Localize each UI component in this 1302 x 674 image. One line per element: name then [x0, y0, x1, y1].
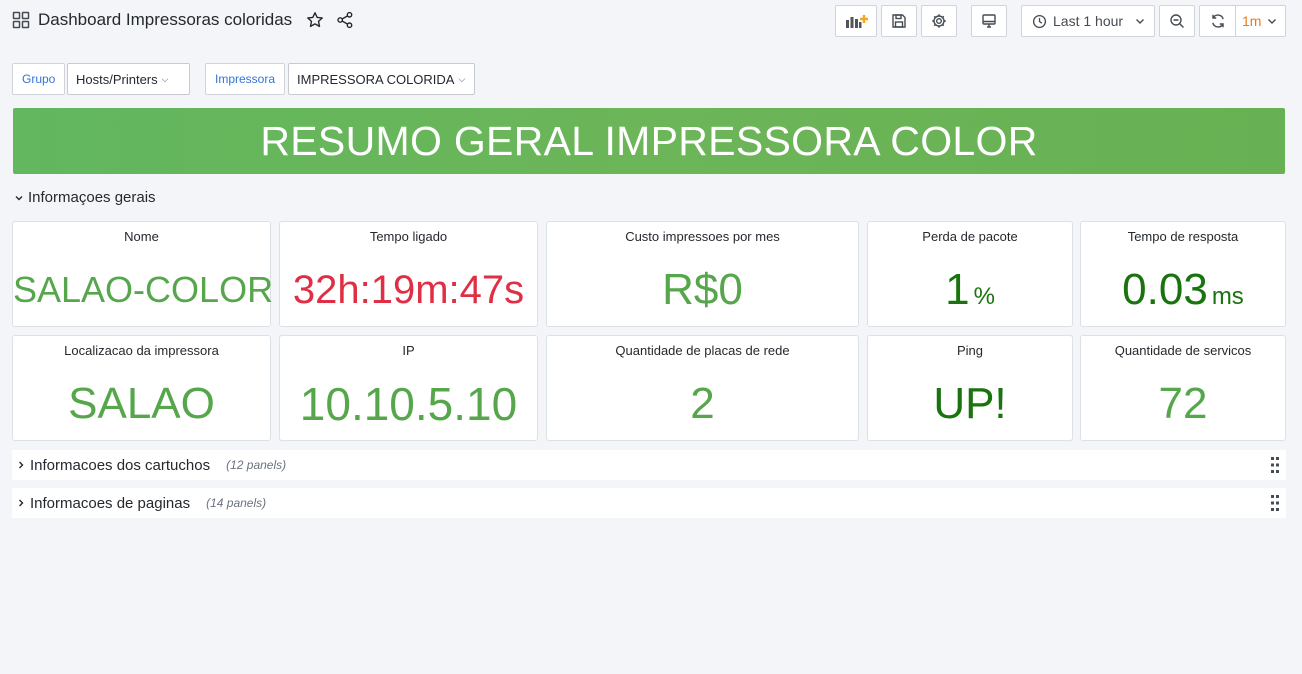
stat-panel-custo[interactable]: Custo impressoes por mes R$0 [546, 221, 859, 327]
stat-panel-nome[interactable]: Nome SALAO-COLOR [12, 221, 274, 327]
panel-value: 1% [868, 262, 1072, 325]
stat-value: 10.10.5.10 [299, 378, 518, 430]
panel-title: Perda de pacote [922, 229, 1018, 244]
refresh-button[interactable] [1199, 5, 1235, 37]
zoom-out-button[interactable] [1159, 5, 1195, 37]
panel-value: 32h:19m:47s [280, 262, 537, 318]
banner-text: RESUMO GERAL IMPRESSORA COLOR [260, 117, 1038, 164]
save-dashboard-button[interactable] [881, 5, 917, 37]
summary-banner: RESUMO GERAL IMPRESSORA COLOR [13, 108, 1285, 174]
stat-value: SALAO-COLOR [13, 269, 274, 310]
panel-count: (14 panels) [206, 496, 267, 510]
time-picker-button[interactable]: Last 1 hour [1021, 5, 1155, 37]
chevron-right-icon [19, 499, 24, 507]
panel-value: R$0 [547, 262, 858, 318]
panel-title: Localizacao da impressora [64, 343, 219, 358]
panel-title: Quantidade de placas de rede [615, 343, 790, 358]
panel-title: Quantidade de servicos [1114, 343, 1252, 358]
settings-button[interactable] [921, 5, 957, 37]
panel-title: Custo impressoes por mes [625, 229, 780, 244]
panel-title: Ping [956, 343, 984, 358]
caret-down-icon: ⌵ [161, 73, 169, 84]
stat-panel-perda-pacote[interactable]: Perda de pacote 1% [867, 221, 1073, 327]
row-title: Informacoes de paginas [30, 494, 191, 512]
refresh-icon [1211, 14, 1224, 28]
apps-grid-icon[interactable] [12, 11, 30, 29]
title-wrap: Dashboard Impressoras coloridas [12, 10, 354, 30]
time-range-label: Last 1 hour [1053, 13, 1124, 29]
stat-panel-placas-rede[interactable]: Quantidade de placas de rede 2 [546, 335, 859, 441]
add-panel-icon [846, 15, 868, 28]
stat-value: 1 [945, 265, 970, 314]
stat-value: 0.03 [1122, 265, 1208, 314]
stat-value: 2 [690, 379, 715, 428]
chevron-right-icon [19, 461, 24, 469]
stat-value: R$0 [662, 265, 743, 314]
stat-panel-tempo-resposta[interactable]: Tempo de resposta 0.03 ms [1080, 221, 1286, 327]
panel-value: UP! [868, 376, 1072, 432]
monitor-icon [982, 14, 996, 28]
stat-value: SALAO [68, 379, 215, 428]
share-icon[interactable] [336, 11, 354, 29]
variable-label-grupo: Grupo [12, 63, 66, 95]
panel-title: Nome [124, 229, 159, 244]
panel-value: SALAO [13, 376, 270, 432]
panel-value: 0.03 ms [1081, 262, 1285, 325]
refresh-interval-picker[interactable]: 1m [1235, 5, 1286, 37]
dashboard-navbar: Dashboard Impressoras coloridas Last 1 h… [0, 0, 1302, 44]
zoom-out-icon [1170, 14, 1184, 28]
stat-panel-localizacao[interactable]: Localizacao da impressora SALAO [12, 335, 271, 441]
chevron-down-icon [15, 195, 23, 200]
refresh-interval-label: 1m [1242, 13, 1262, 29]
drag-handle-icon[interactable] [1270, 494, 1280, 512]
gear-icon [932, 14, 946, 28]
panel-title: Tempo de resposta [1127, 229, 1239, 244]
chevron-down-icon [1268, 19, 1277, 24]
stat-value: 32h:19m:47s [292, 268, 525, 312]
row-cartuchos[interactable]: Informacoes dos cartuchos (12 panels) [12, 450, 1286, 480]
panel-count: (12 panels) [226, 458, 287, 472]
row-title: Informaçoes gerais [28, 189, 156, 206]
page-title[interactable]: Dashboard Impressoras coloridas [38, 10, 292, 30]
save-icon [892, 14, 906, 28]
caret-down-icon: ⌵ [458, 73, 466, 84]
clock-icon [1032, 14, 1047, 28]
panel-value: 2 [547, 376, 858, 432]
variable-value-grupo: Hosts/Printers [76, 71, 158, 87]
stat-panel-ip[interactable]: IP 10.10.5.10 [279, 335, 538, 441]
drag-handle-icon[interactable] [1270, 456, 1280, 474]
panel-value: 10.10.5.10 [280, 376, 537, 432]
variable-label-impressora: Impressora [205, 63, 286, 95]
stat-panel-tempo-ligado[interactable]: Tempo ligado 32h:19m:47s [279, 221, 538, 327]
row-paginas[interactable]: Informacoes de paginas (14 panels) [12, 488, 1286, 518]
stat-panel-servicos[interactable]: Quantidade de servicos 72 [1080, 335, 1286, 441]
chevron-down-icon [1136, 19, 1145, 24]
panel-value: SALAO-COLOR [13, 262, 274, 318]
row-header-general[interactable]: Informaçoes gerais [14, 189, 156, 206]
add-panel-button[interactable] [835, 5, 877, 37]
tv-mode-button[interactable] [971, 5, 1007, 37]
variable-select-grupo[interactable]: Hosts/Printers ⌵ [67, 63, 190, 95]
variable-value-impressora: IMPRESSORA COLORIDA [297, 71, 455, 87]
variable-select-impressora[interactable]: IMPRESSORA COLORIDA ⌵ [288, 63, 475, 95]
star-icon[interactable] [306, 11, 324, 29]
stat-unit: ms [1211, 283, 1244, 310]
panel-value: 72 [1081, 376, 1285, 432]
stat-value: 72 [1158, 379, 1208, 428]
panel-title: Tempo ligado [369, 229, 448, 244]
row-title: Informacoes dos cartuchos [30, 456, 211, 474]
stat-panel-ping[interactable]: Ping UP! [867, 335, 1073, 441]
stat-value: UP! [933, 379, 1007, 428]
panel-title: IP [402, 343, 415, 358]
stat-unit: % [973, 283, 995, 310]
